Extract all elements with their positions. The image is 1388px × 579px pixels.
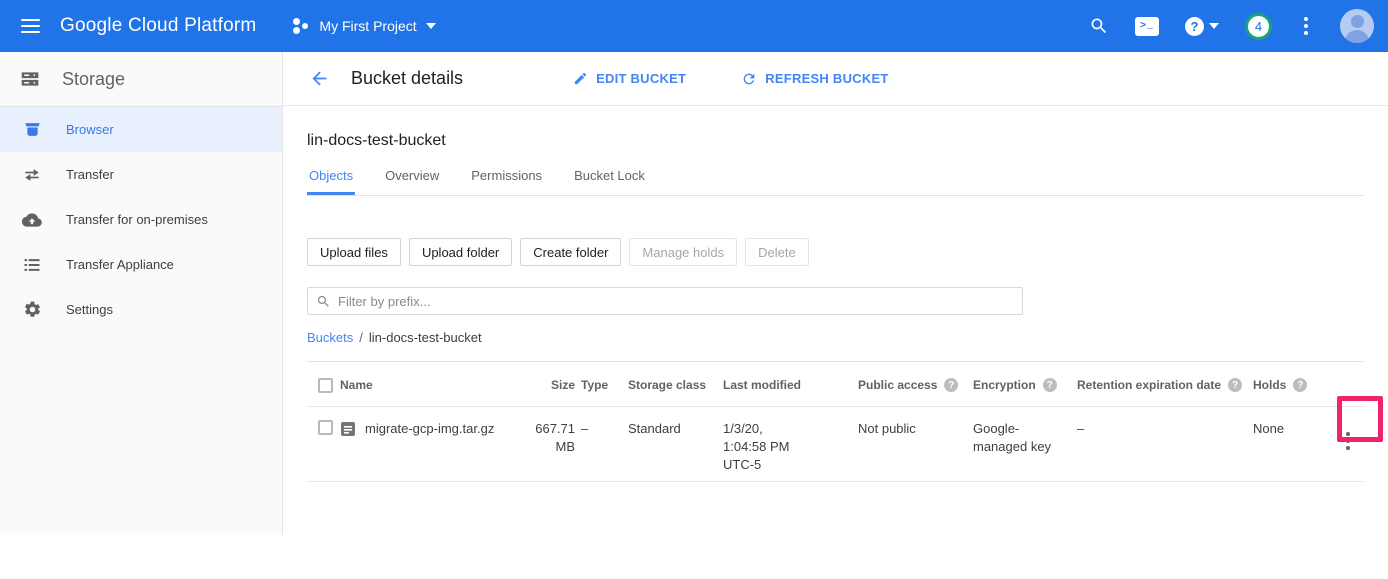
tab-objects[interactable]: Objects bbox=[307, 164, 355, 195]
help-menu-button[interactable]: ? bbox=[1185, 17, 1219, 36]
sidebar-item-transfer[interactable]: Transfer bbox=[0, 152, 282, 197]
project-name: My First Project bbox=[319, 18, 416, 34]
refresh-icon bbox=[741, 71, 757, 87]
breadcrumb: Buckets / lin-docs-test-bucket bbox=[307, 330, 1364, 345]
delete-button: Delete bbox=[745, 238, 809, 266]
project-selector[interactable]: My First Project bbox=[292, 17, 435, 35]
object-retention: – bbox=[1077, 407, 1253, 438]
filter-field[interactable] bbox=[307, 287, 1023, 315]
column-header-public-access: Public access ? bbox=[858, 362, 973, 405]
breadcrumb-separator: / bbox=[359, 330, 363, 345]
edit-bucket-button[interactable]: EDIT BUCKET bbox=[573, 71, 686, 86]
sidebar-item-transfer-appliance[interactable]: Transfer Appliance bbox=[0, 242, 282, 287]
upload-files-button[interactable]: Upload files bbox=[307, 238, 401, 266]
chevron-down-icon bbox=[426, 23, 436, 29]
object-last-modified: 1/3/20, 1:04:58 PM UTC-5 bbox=[723, 420, 803, 474]
filter-by-prefix-input[interactable] bbox=[338, 294, 1014, 309]
sidebar-item-label: Settings bbox=[66, 302, 113, 317]
object-storage-class: Standard bbox=[628, 407, 723, 438]
page-title: Bucket details bbox=[351, 68, 463, 89]
back-arrow-icon[interactable] bbox=[307, 67, 331, 91]
object-type: – bbox=[575, 407, 628, 438]
upload-folder-button[interactable]: Upload folder bbox=[409, 238, 512, 266]
search-icon bbox=[316, 294, 331, 309]
pencil-icon bbox=[573, 71, 588, 86]
sidebar-title: Storage bbox=[62, 69, 125, 90]
breadcrumb-buckets-link[interactable]: Buckets bbox=[307, 330, 353, 345]
transfer-arrows-icon bbox=[22, 165, 42, 185]
file-icon bbox=[340, 421, 356, 437]
search-icon bbox=[1089, 16, 1109, 36]
column-header-type: Type bbox=[575, 362, 628, 405]
storage-sidebar: Storage Browser Transfer Transfer for on… bbox=[0, 52, 283, 535]
sidebar-item-label: Browser bbox=[66, 122, 114, 137]
chevron-down-icon bbox=[1209, 23, 1219, 29]
column-header-holds: Holds ? bbox=[1253, 362, 1317, 405]
help-icon[interactable]: ? bbox=[944, 378, 958, 392]
gcp-console-window: Google Cloud Platform My First Project >… bbox=[0, 0, 1388, 579]
create-folder-button[interactable]: Create folder bbox=[520, 238, 621, 266]
sidebar-item-label: Transfer for on-premises bbox=[66, 212, 208, 227]
row-actions-menu-icon[interactable] bbox=[1336, 426, 1360, 456]
help-icon: ? bbox=[1185, 17, 1204, 36]
column-header-encryption: Encryption ? bbox=[973, 362, 1077, 405]
tab-bucket-lock[interactable]: Bucket Lock bbox=[572, 164, 647, 195]
cloud-shell-button[interactable]: >_ bbox=[1135, 17, 1159, 36]
column-header-last-modified: Last modified bbox=[723, 362, 858, 405]
cloud-shell-icon: >_ bbox=[1135, 17, 1159, 36]
tab-permissions[interactable]: Permissions bbox=[469, 164, 544, 195]
project-dots-icon bbox=[292, 17, 310, 35]
bucket-tabs: Objects Overview Permissions Bucket Lock bbox=[307, 164, 1364, 196]
sidebar-item-label: Transfer Appliance bbox=[66, 257, 174, 272]
user-avatar[interactable] bbox=[1340, 9, 1374, 43]
help-icon[interactable]: ? bbox=[1228, 378, 1242, 392]
object-size: 667.71 MB bbox=[525, 420, 575, 456]
object-holds: None bbox=[1253, 407, 1317, 438]
notifications-badge[interactable]: 4 bbox=[1245, 13, 1272, 40]
sidebar-item-browser[interactable]: Browser bbox=[0, 107, 282, 152]
refresh-bucket-button[interactable]: REFRESH BUCKET bbox=[741, 71, 888, 87]
bucket-icon bbox=[22, 120, 42, 140]
tab-overview[interactable]: Overview bbox=[383, 164, 441, 195]
cloud-upload-icon bbox=[22, 210, 42, 230]
object-public-access: Not public bbox=[858, 407, 973, 438]
help-icon[interactable]: ? bbox=[1043, 378, 1057, 392]
sidebar-item-label: Transfer bbox=[66, 167, 114, 182]
table-row: migrate-gcp-img.tar.gz 667.71 MB – Stand… bbox=[307, 407, 1364, 482]
search-button[interactable] bbox=[1089, 16, 1109, 36]
column-header-storage-class: Storage class bbox=[628, 362, 723, 405]
sidebar-item-settings[interactable]: Settings bbox=[0, 287, 282, 332]
breadcrumb-current: lin-docs-test-bucket bbox=[369, 330, 482, 345]
column-header-name: Name bbox=[340, 362, 520, 405]
help-icon[interactable]: ? bbox=[1293, 378, 1307, 392]
objects-toolbar: Upload files Upload folder Create folder… bbox=[307, 238, 1364, 266]
column-header-retention: Retention expiration date ? bbox=[1077, 362, 1253, 405]
sidebar-header: Storage bbox=[0, 52, 282, 107]
storage-product-icon bbox=[20, 69, 40, 89]
table-header-row: Name Size Type Storage class Last modifi… bbox=[307, 362, 1364, 407]
objects-table: Name Size Type Storage class Last modifi… bbox=[307, 361, 1364, 482]
hamburger-menu-icon[interactable] bbox=[0, 0, 60, 52]
page-header: Bucket details EDIT BUCKET REFRESH BUCKE… bbox=[283, 52, 1388, 106]
notification-count: 4 bbox=[1255, 19, 1262, 34]
top-navigation-bar: Google Cloud Platform My First Project >… bbox=[0, 0, 1388, 52]
appliance-icon bbox=[22, 255, 42, 275]
main-content: Bucket details EDIT BUCKET REFRESH BUCKE… bbox=[283, 52, 1388, 535]
avatar-person-icon bbox=[1351, 15, 1364, 28]
more-options-icon[interactable] bbox=[1298, 13, 1314, 39]
column-header-size: Size bbox=[520, 362, 575, 405]
bucket-name-heading: lin-docs-test-bucket bbox=[307, 132, 1364, 150]
brand-logo: Google Cloud Platform bbox=[60, 15, 256, 37]
select-all-checkbox[interactable] bbox=[318, 378, 333, 393]
object-name-link[interactable]: migrate-gcp-img.tar.gz bbox=[365, 420, 494, 438]
manage-holds-button: Manage holds bbox=[629, 238, 737, 266]
object-encryption: Google-managed key bbox=[973, 420, 1065, 456]
gear-icon bbox=[22, 300, 42, 320]
row-checkbox[interactable] bbox=[318, 420, 333, 435]
sidebar-item-transfer-on-premises[interactable]: Transfer for on-premises bbox=[0, 197, 282, 242]
